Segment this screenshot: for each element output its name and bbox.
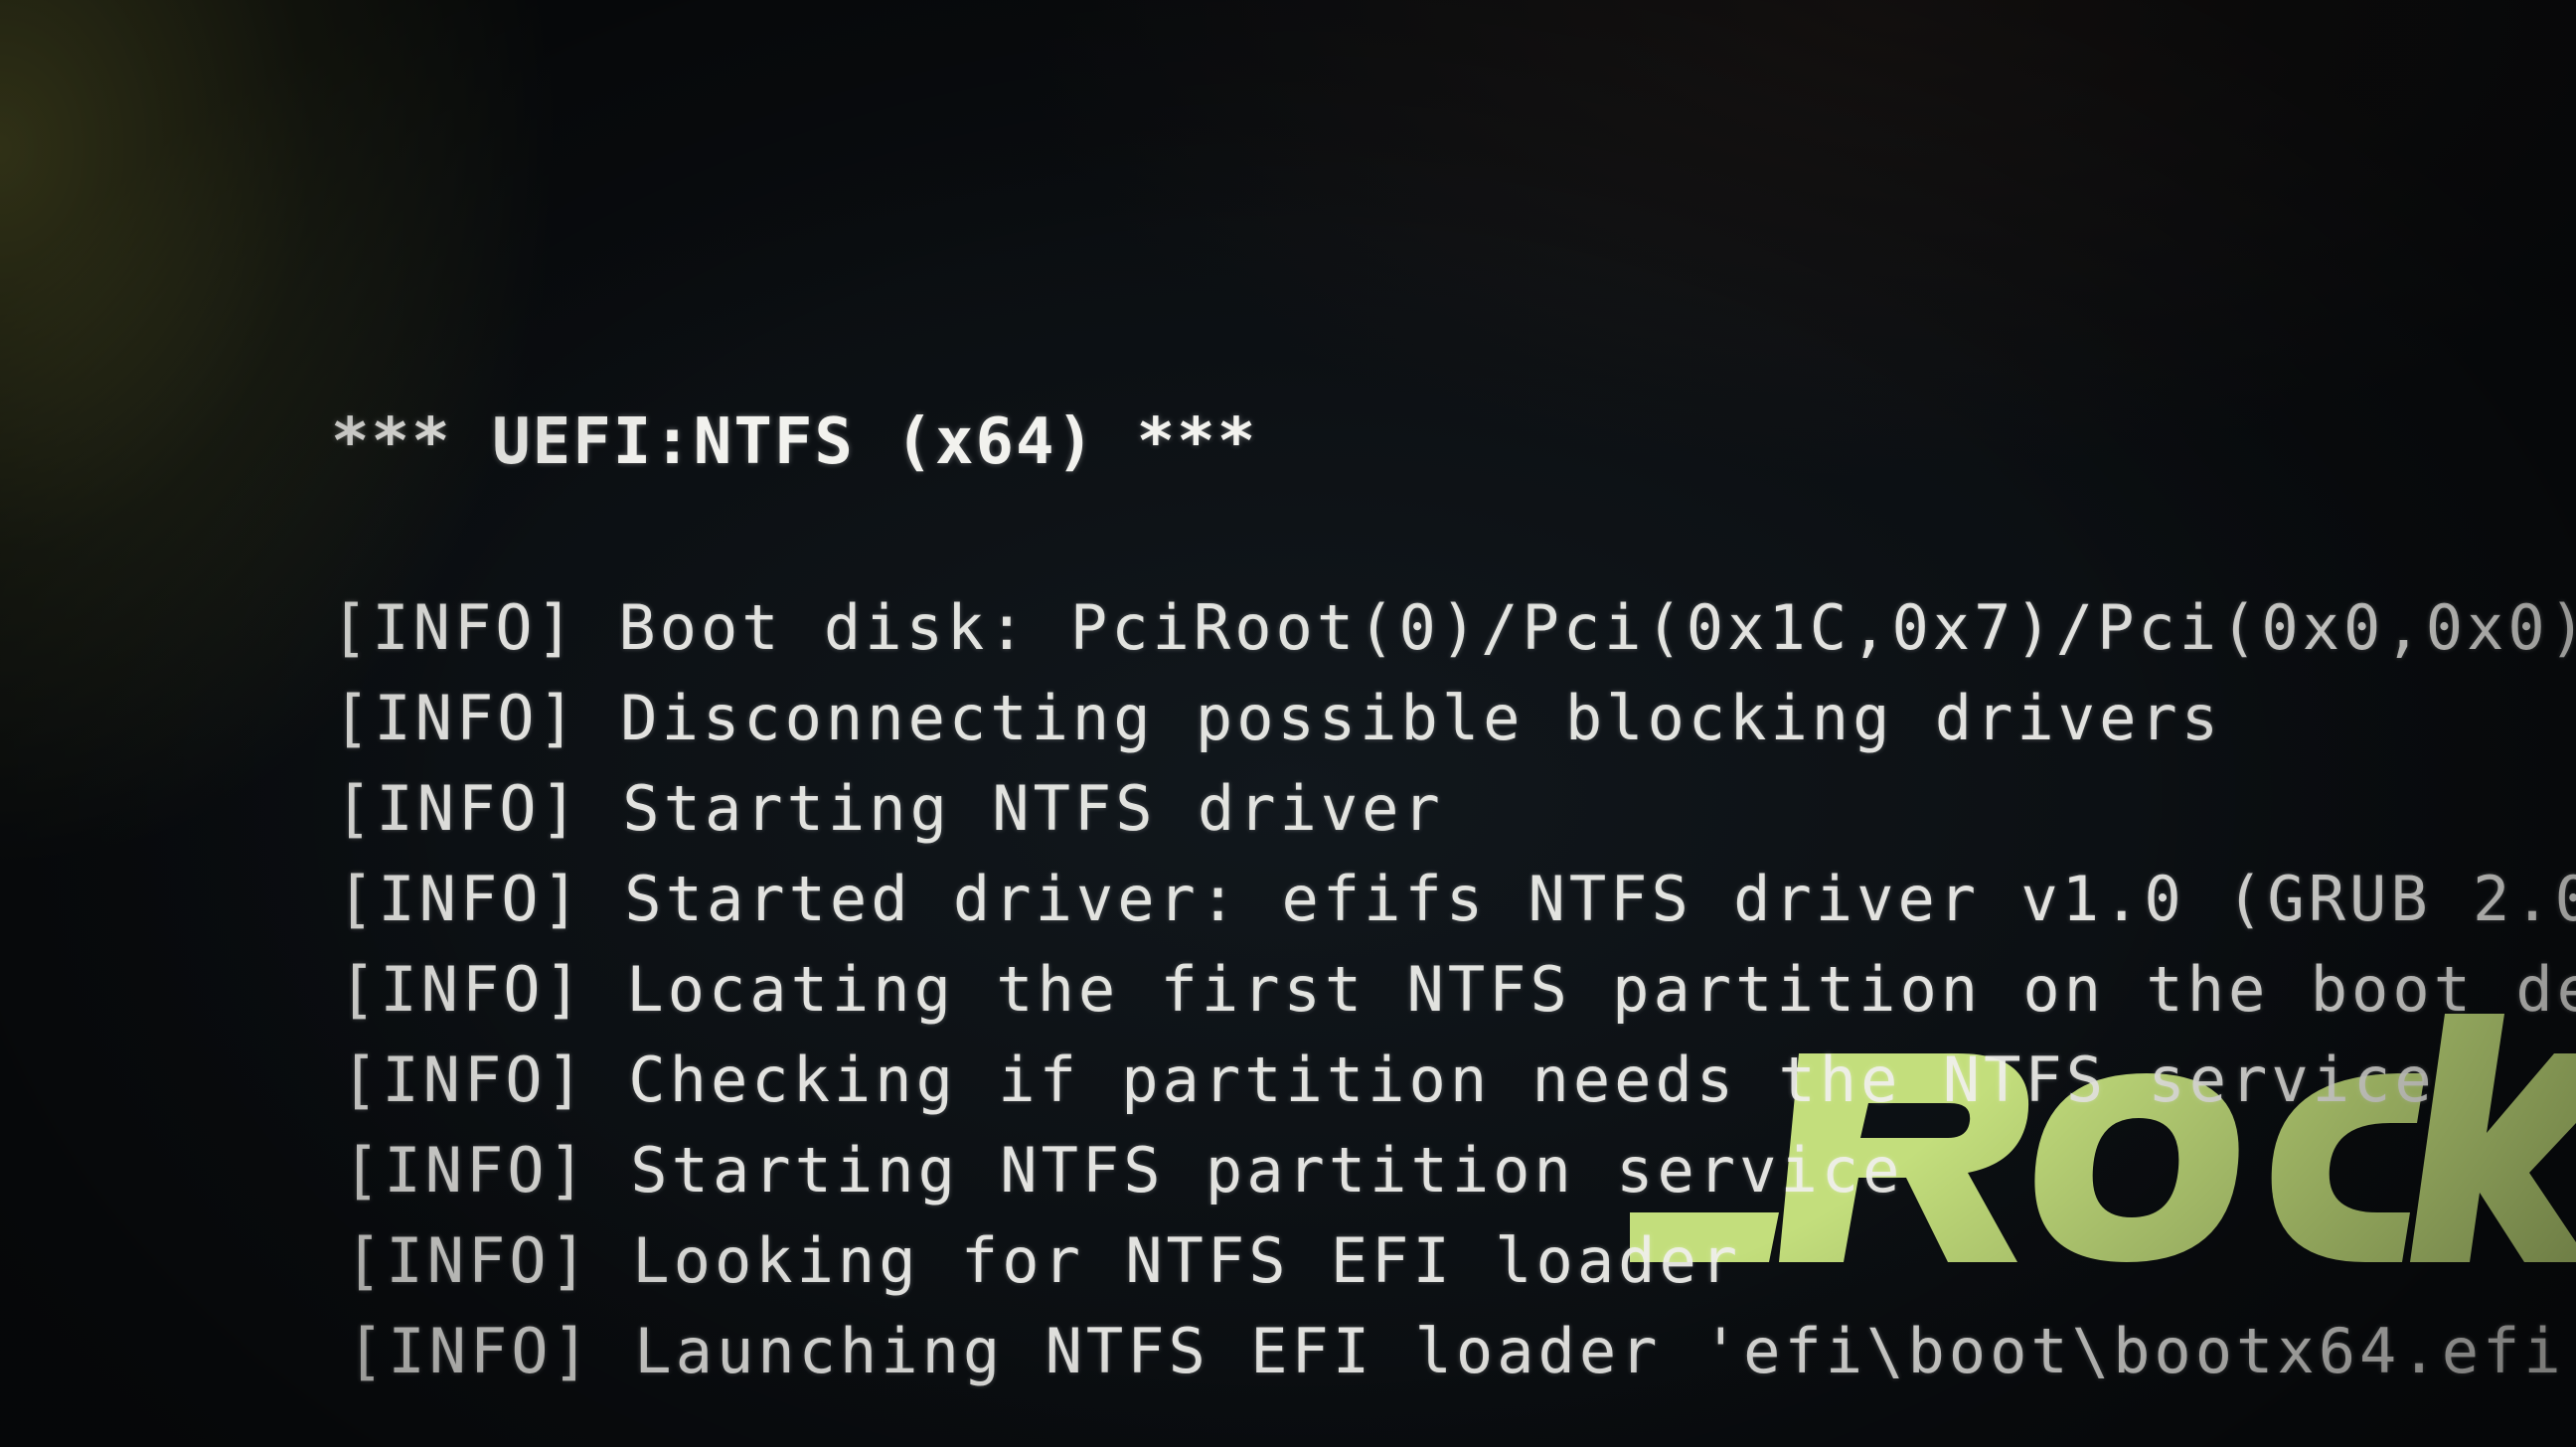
log-message: Boot disk: PciRoot(0)/Pci(0x1C,0x7)/Pci(… — [618, 591, 2576, 664]
log-message: Starting NTFS partition service — [630, 1134, 1904, 1206]
log-level-tag: [INFO] — [343, 1134, 589, 1206]
log-message: Started driver: efifs NTFS driver v1.0 (… — [624, 863, 2576, 935]
log-level-tag: [INFO] — [331, 591, 577, 664]
log-level-tag: [INFO] — [347, 1315, 593, 1387]
console-output: *** UEFI:NTFS (x64) *** [INFO] Boot disk… — [331, 0, 2576, 1447]
log-message: Locating the first NTFS partition on the… — [626, 953, 2576, 1026]
log-level-tag: [INFO] — [335, 772, 581, 845]
log-message: Starting NTFS driver — [622, 772, 1444, 845]
log-line: [INFO] Checking if partition needs the N… — [341, 1041, 2436, 1120]
log-line: [INFO] Disconnecting possible blocking d… — [333, 679, 2222, 758]
uefi-ntfs-banner: *** UEFI:NTFS (x64) *** — [331, 405, 1258, 479]
log-line: [INFO] Starting NTFS partition service — [343, 1131, 1903, 1210]
log-level-tag: [INFO] — [339, 953, 585, 1026]
log-line: [INFO] Locating the first NTFS partition… — [339, 950, 2576, 1030]
log-message: Checking if partition needs the NTFS ser… — [628, 1044, 2436, 1116]
log-line: [INFO] Started driver: efifs NTFS driver… — [337, 860, 2576, 939]
uefi-console-screen: *** UEFI:NTFS (x64) *** [INFO] Boot disk… — [0, 0, 2576, 1447]
log-level-tag: [INFO] — [345, 1224, 591, 1297]
log-line: [INFO] Starting NTFS driver — [335, 769, 1444, 849]
log-message: Disconnecting possible blocking drivers — [620, 682, 2223, 754]
log-line: [INFO] Boot disk: PciRoot(0)/Pci(0x1C,0x… — [331, 588, 2576, 668]
log-level-tag: [INFO] — [337, 863, 583, 935]
log-level-tag: [INFO] — [341, 1044, 587, 1116]
log-level-tag: [INFO] — [333, 682, 579, 754]
log-message: Launching NTFS EFI loader 'efi\boot\boot… — [634, 1315, 2576, 1387]
log-message: Looking for NTFS EFI loader — [632, 1224, 1742, 1297]
log-line: [INFO] Looking for NTFS EFI loader — [345, 1221, 1741, 1301]
log-line: [INFO] Launching NTFS EFI loader 'efi\bo… — [347, 1312, 2576, 1391]
